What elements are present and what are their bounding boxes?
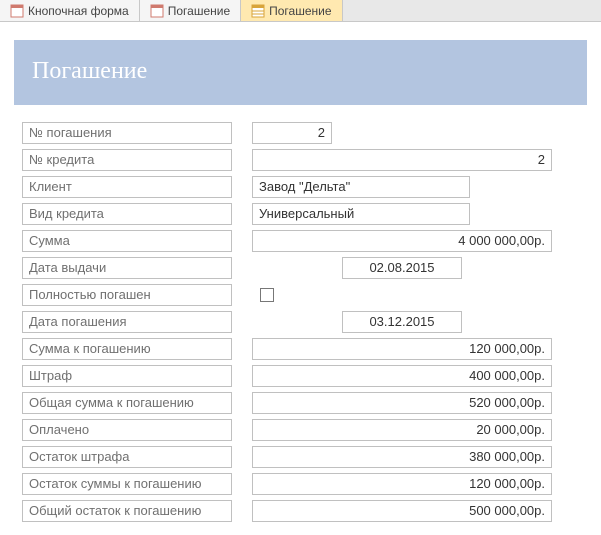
label-amount: Сумма <box>22 230 232 252</box>
value-client[interactable]: Завод "Дельта" <box>252 176 470 198</box>
row-fully-repaid: Полностью погашен <box>22 284 579 306</box>
row-paid: Оплачено 20 000,00р. <box>22 419 579 441</box>
value-total-left[interactable]: 500 000,00р. <box>252 500 552 522</box>
value-issue-date[interactable]: 02.08.2015 <box>342 257 462 279</box>
row-amount-left: Остаток суммы к погашению 120 000,00р. <box>22 473 579 495</box>
row-client: Клиент Завод "Дельта" <box>22 176 579 198</box>
form-area: Погашение № погашения 2 № кредита 2 Клие… <box>0 22 601 535</box>
label-fully-repaid: Полностью погашен <box>22 284 232 306</box>
value-penalty[interactable]: 400 000,00р. <box>252 365 552 387</box>
row-credit-no: № кредита 2 <box>22 149 579 171</box>
label-credit-no: № кредита <box>22 149 232 171</box>
form-header: Погашение <box>14 40 587 105</box>
label-amount-left: Остаток суммы к погашению <box>22 473 232 495</box>
label-paid: Оплачено <box>22 419 232 441</box>
row-issue-date: Дата выдачи 02.08.2015 <box>22 257 579 279</box>
label-repay-date: Дата погашения <box>22 311 232 333</box>
form-icon <box>150 4 164 18</box>
row-total-due: Общая сумма к погашению 520 000,00р. <box>22 392 579 414</box>
value-amount[interactable]: 4 000 000,00р. <box>252 230 552 252</box>
tab-label: Кнопочная форма <box>28 4 129 18</box>
value-repay-date[interactable]: 03.12.2015 <box>342 311 462 333</box>
tab-repayment-1[interactable]: Погашение <box>140 0 241 21</box>
label-total-left: Общий остаток к погашению <box>22 500 232 522</box>
label-amount-due: Сумма к погашению <box>22 338 232 360</box>
label-repayment-no: № погашения <box>22 122 232 144</box>
row-penalty: Штраф 400 000,00р. <box>22 365 579 387</box>
tab-label: Погашение <box>269 4 331 18</box>
label-penalty-left: Остаток штрафа <box>22 446 232 468</box>
value-amount-left[interactable]: 120 000,00р. <box>252 473 552 495</box>
row-repayment-no: № погашения 2 <box>22 122 579 144</box>
value-total-due[interactable]: 520 000,00р. <box>252 392 552 414</box>
label-credit-type: Вид кредита <box>22 203 232 225</box>
checkbox-fully-repaid[interactable] <box>260 288 274 302</box>
checkbox-wrap <box>252 288 332 302</box>
tab-button-form[interactable]: Кнопочная форма <box>0 0 140 21</box>
row-repay-date: Дата погашения 03.12.2015 <box>22 311 579 333</box>
value-repayment-no[interactable]: 2 <box>252 122 332 144</box>
value-credit-no[interactable]: 2 <box>252 149 552 171</box>
table-icon <box>251 4 265 18</box>
row-amount-due: Сумма к погашению 120 000,00р. <box>22 338 579 360</box>
label-client: Клиент <box>22 176 232 198</box>
form-body: № погашения 2 № кредита 2 Клиент Завод "… <box>14 113 587 535</box>
label-total-due: Общая сумма к погашению <box>22 392 232 414</box>
value-paid[interactable]: 20 000,00р. <box>252 419 552 441</box>
row-amount: Сумма 4 000 000,00р. <box>22 230 579 252</box>
label-penalty: Штраф <box>22 365 232 387</box>
value-amount-due[interactable]: 120 000,00р. <box>252 338 552 360</box>
tab-repayment-2[interactable]: Погашение <box>241 0 342 21</box>
tab-bar: Кнопочная форма Погашение Погашение <box>0 0 601 22</box>
row-total-left: Общий остаток к погашению 500 000,00р. <box>22 500 579 522</box>
label-issue-date: Дата выдачи <box>22 257 232 279</box>
tab-label: Погашение <box>168 4 230 18</box>
row-credit-type: Вид кредита Универсальный <box>22 203 579 225</box>
row-penalty-left: Остаток штрафа 380 000,00р. <box>22 446 579 468</box>
value-penalty-left[interactable]: 380 000,00р. <box>252 446 552 468</box>
value-credit-type[interactable]: Универсальный <box>252 203 470 225</box>
form-icon <box>10 4 24 18</box>
form-title: Погашение <box>32 56 569 85</box>
